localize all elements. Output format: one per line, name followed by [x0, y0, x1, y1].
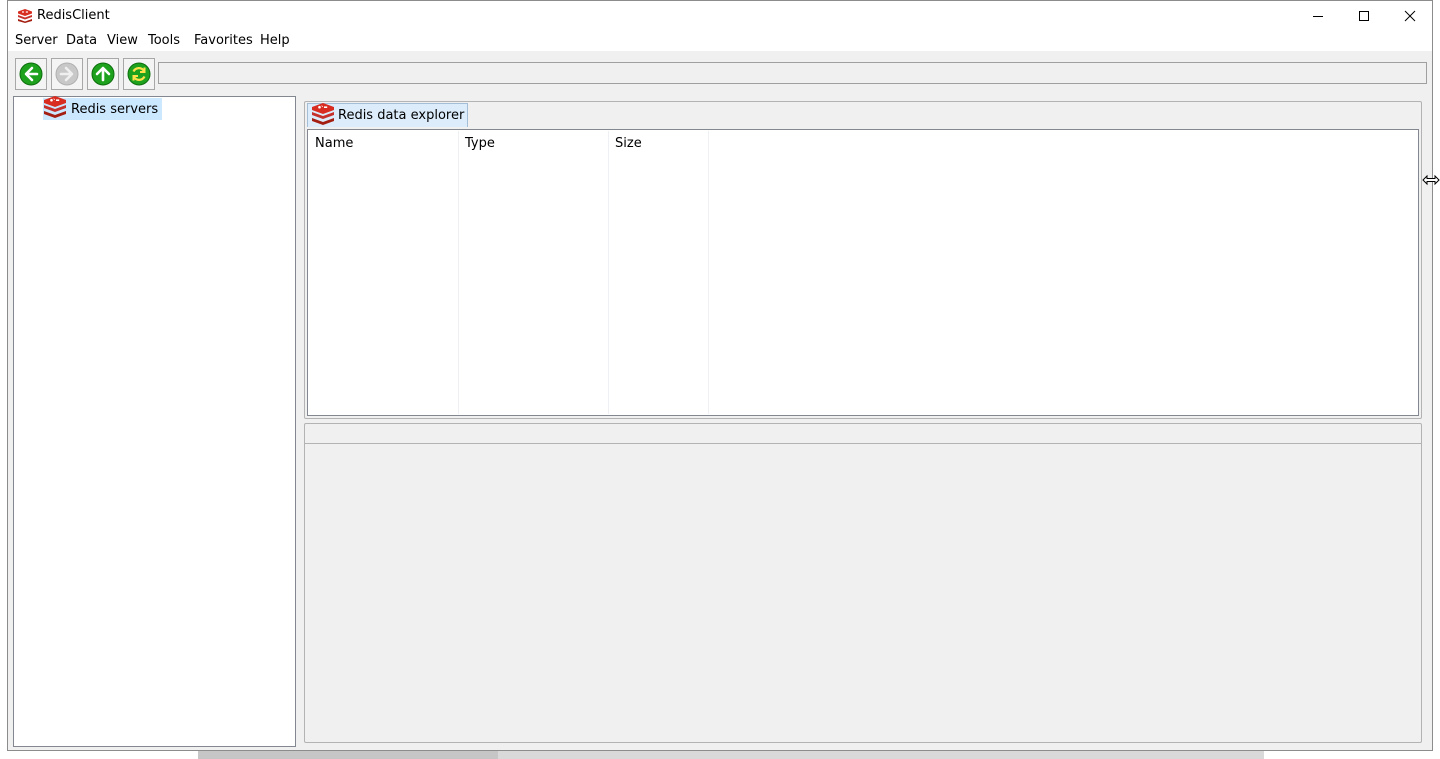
up-button[interactable] [87, 58, 119, 90]
column-divider[interactable] [708, 131, 709, 414]
column-header-type[interactable]: Type [465, 136, 495, 151]
column-header-name[interactable]: Name [315, 136, 353, 151]
window-title: RedisClient [37, 8, 110, 23]
menu-favorites[interactable]: Favorites [193, 33, 254, 48]
menu-help[interactable]: Help [259, 33, 291, 48]
resize-cursor-icon [1422, 174, 1440, 190]
back-arrow-icon [19, 62, 43, 86]
app-redis-icon [17, 9, 33, 27]
toolbar [8, 51, 1432, 93]
tab-redis-data-explorer[interactable]: Redis data explorer [307, 102, 469, 129]
maximize-icon [1359, 11, 1369, 21]
redis-icon [43, 96, 67, 122]
explorer-tab-pane: Redis data explorer Name Type Size [304, 101, 1422, 419]
column-divider[interactable] [608, 131, 609, 414]
menu-view[interactable]: View [106, 33, 139, 48]
up-arrow-icon [91, 62, 115, 86]
refresh-button[interactable] [123, 58, 155, 90]
back-button[interactable] [15, 58, 47, 90]
tree-item-label: Redis servers [71, 101, 159, 117]
refresh-icon [127, 62, 151, 86]
close-button[interactable] [1387, 1, 1432, 31]
tab-label: Redis data explorer [338, 108, 465, 123]
server-tree: Redis servers [13, 96, 296, 747]
menu-tools[interactable]: Tools [147, 33, 181, 48]
app-window: RedisClient Server Data View Tools Favor… [7, 0, 1433, 751]
detail-pane [304, 423, 1422, 743]
menu-server[interactable]: Server [14, 33, 59, 48]
forward-arrow-icon [55, 62, 79, 86]
tree-item-redis-servers[interactable]: Redis servers [43, 96, 163, 122]
keys-list-view[interactable]: Name Type Size [307, 129, 1419, 416]
forward-button[interactable] [51, 58, 83, 90]
address-bar[interactable] [158, 62, 1427, 84]
minimize-icon [1313, 16, 1323, 17]
title-bar: RedisClient [8, 1, 1432, 31]
column-header-size[interactable]: Size [615, 136, 642, 151]
menu-bar: Server Data View Tools Favorites Help [8, 31, 1432, 51]
column-divider[interactable] [458, 131, 459, 414]
minimize-button[interactable] [1295, 1, 1341, 31]
close-icon [1404, 10, 1416, 22]
detail-pane-header [305, 424, 1421, 444]
menu-data[interactable]: Data [65, 33, 98, 48]
redis-icon [311, 102, 335, 129]
maximize-button[interactable] [1341, 1, 1387, 31]
